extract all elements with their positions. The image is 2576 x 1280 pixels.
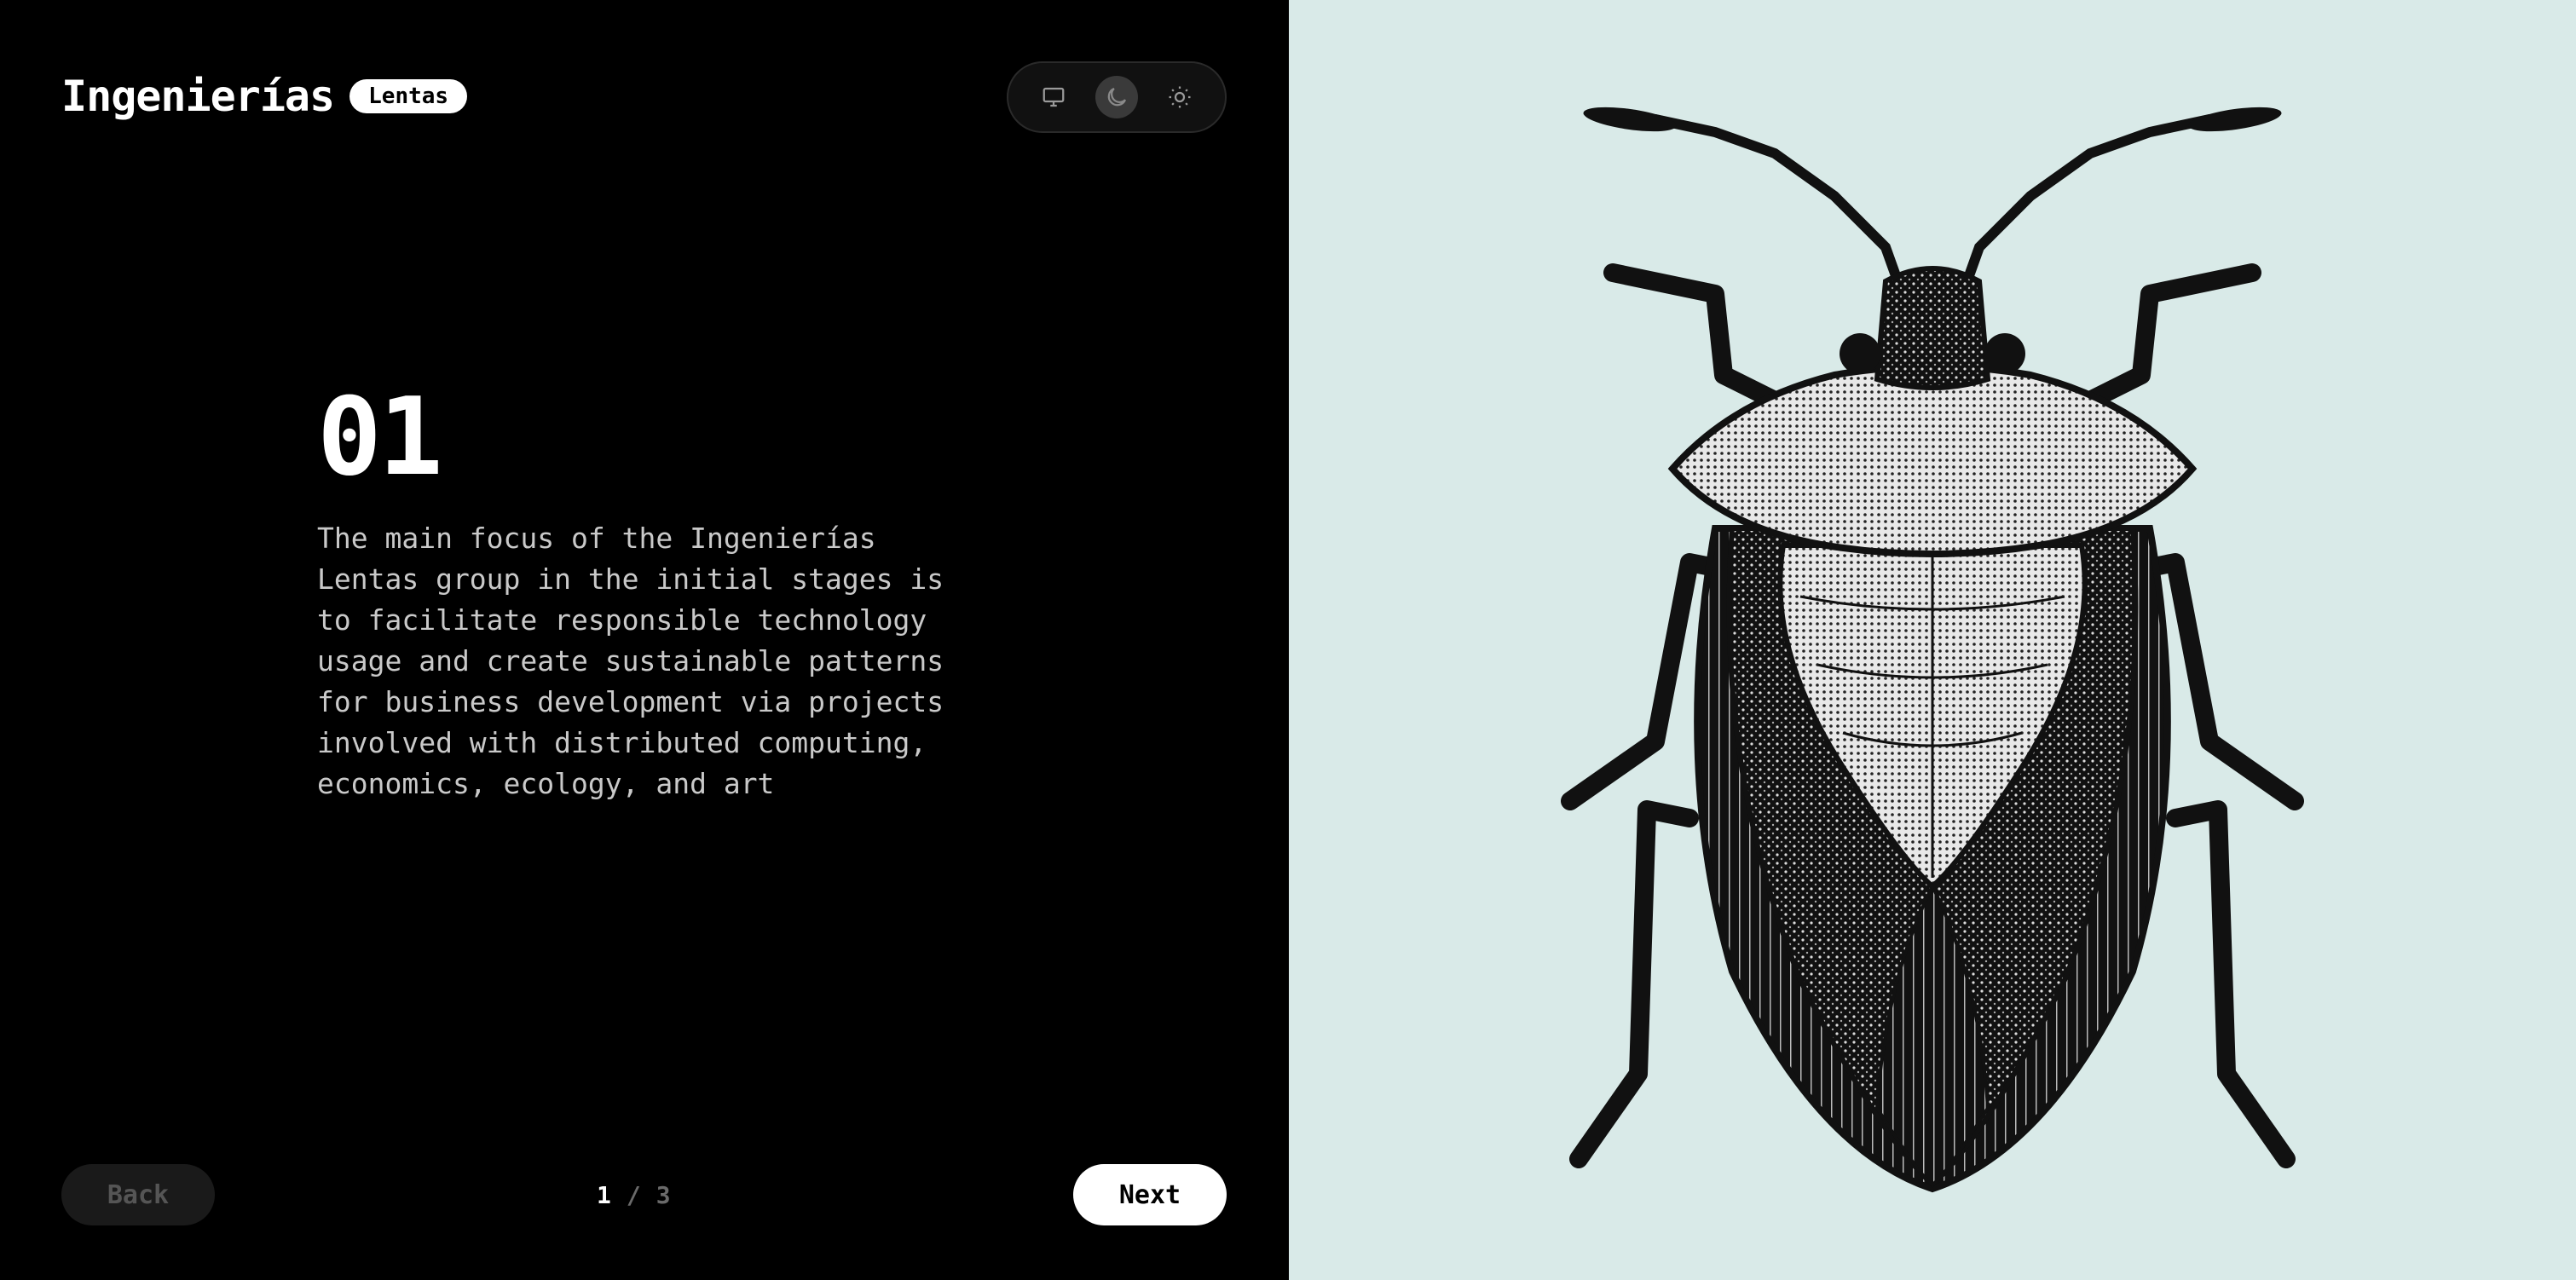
step-content: 01 The main focus of the Ingenierías Len…: [317, 382, 965, 804]
monitor-icon: [1043, 87, 1065, 107]
back-button[interactable]: Back: [61, 1164, 215, 1225]
sun-icon: [1169, 86, 1191, 108]
brand-title: Ingenierías: [61, 72, 335, 121]
brand-badge: Lentas: [349, 79, 468, 113]
antenna-left: [1650, 114, 1912, 312]
page: Ingenierías Lentas 01 The main focus of …: [0, 0, 2576, 1280]
theme-dark-button[interactable]: [1095, 76, 1138, 118]
shield-bug-illustration: [1561, 107, 2304, 1193]
info-panel: Ingenierías Lentas 01 The main focus of …: [0, 0, 1289, 1280]
pagination: 1 / 3: [597, 1164, 671, 1225]
pagination-separator: /: [626, 1180, 641, 1209]
illustration-panel: [1289, 0, 2576, 1280]
theme-switch: [1007, 61, 1227, 133]
step-navigation: Back 1 / 3 Next: [0, 1164, 1289, 1225]
theme-light-button[interactable]: [1158, 76, 1201, 118]
next-button[interactable]: Next: [1073, 1164, 1227, 1225]
theme-system-button[interactable]: [1032, 76, 1075, 118]
brand: Ingenierías Lentas: [61, 72, 468, 121]
step-number: 01: [317, 374, 443, 499]
moon-icon: [1107, 87, 1127, 107]
antenna-right: [1953, 114, 2215, 312]
pagination-total: 3: [656, 1180, 671, 1209]
pagination-current: 1: [597, 1180, 611, 1209]
step-description: The main focus of the Ingenierías Lentas…: [317, 522, 944, 800]
